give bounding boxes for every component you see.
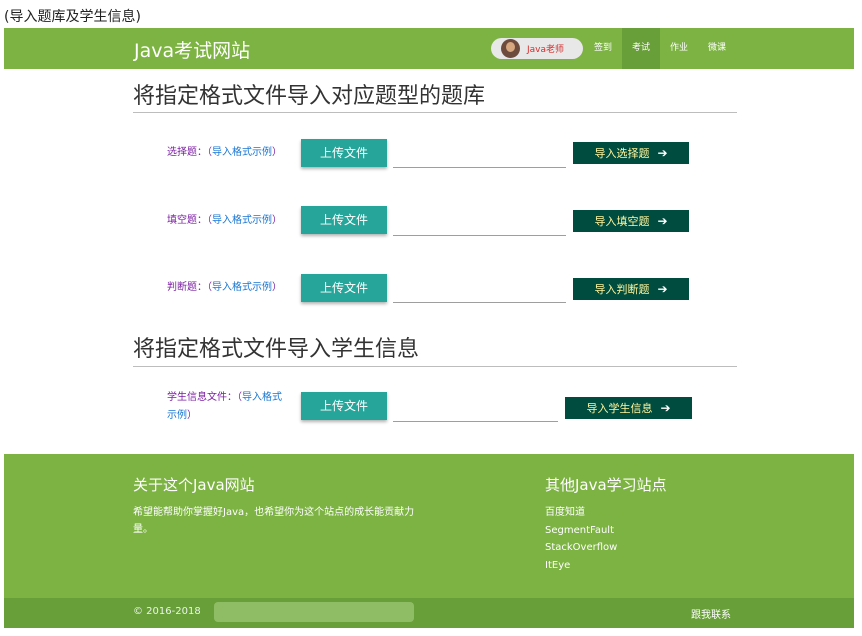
footer-link[interactable]: SegmentFault: [545, 522, 617, 540]
upload-file-button-fill[interactable]: 上传文件: [301, 206, 387, 234]
import-student-button[interactable]: 导入学生信息 ➔: [565, 397, 692, 419]
footer-links-title: 其他Java学习站点: [545, 476, 667, 494]
format-example-link[interactable]: 示例: [167, 410, 187, 421]
row-label-text: 学生信息文件：: [167, 392, 237, 403]
section-title-student-info: 将指定格式文件导入学生信息: [133, 337, 420, 362]
footer-about-text: 希望能帮助你掌握好Java，也希望你为这个站点的成长能贡献力量。: [133, 507, 415, 535]
avatar: [501, 39, 520, 58]
upload-file-button-student[interactable]: 上传文件: [301, 392, 387, 420]
import-choice-button[interactable]: 导入选择题 ➔: [573, 142, 689, 164]
import-judge-label: 导入判断题: [594, 283, 650, 296]
paren-close: ）: [272, 147, 282, 158]
copyright: © 2016-2018: [133, 606, 201, 617]
row-label-judge: 判断题：（导入格式示例）: [167, 279, 282, 297]
divider: [133, 366, 737, 367]
footer: 关于这个Java网站 希望能帮助你掌握好Java，也希望你为这个站点的成长能贡献…: [4, 454, 854, 598]
file-path-input-judge[interactable]: [393, 302, 566, 303]
import-judge-button[interactable]: 导入判断题 ➔: [573, 278, 689, 300]
upload-file-button-judge[interactable]: 上传文件: [301, 274, 387, 302]
arrow-right-icon: ➔: [657, 282, 668, 296]
import-fill-label: 导入填空题: [594, 215, 650, 228]
nav-item-checkin[interactable]: 签到: [587, 28, 619, 69]
import-student-label: 导入学生信息: [586, 402, 653, 415]
redacted-block: [214, 602, 414, 622]
format-example-link[interactable]: 导入格式示例: [212, 147, 272, 158]
row-label-text: 选择题：: [167, 147, 207, 158]
site-brand[interactable]: Java考试网站: [134, 36, 250, 63]
footer-links: 百度知道 SegmentFault StackOverflow ItEye: [545, 504, 617, 574]
contact-link[interactable]: 跟我联系: [691, 606, 731, 621]
footer-link[interactable]: StackOverflow: [545, 539, 617, 557]
row-label-choice: 选择题：（导入格式示例）: [167, 144, 282, 162]
arrow-right-icon: ➔: [657, 146, 668, 160]
nav-item-exam[interactable]: 考试: [622, 28, 660, 69]
row-label-fill: 填空题：（导入格式示例）: [167, 212, 282, 230]
row-label-text: 判断题：: [167, 282, 207, 293]
paren-close: ）: [272, 215, 282, 226]
format-example-link[interactable]: 导入格式: [242, 392, 282, 403]
footer-link[interactable]: 百度知道: [545, 504, 617, 522]
section-title-question-bank: 将指定格式文件导入对应题型的题库: [133, 84, 486, 109]
file-path-input-choice[interactable]: [393, 167, 566, 168]
upload-file-button-choice[interactable]: 上传文件: [301, 139, 387, 167]
row-label-student: 学生信息文件：（导入格式 示例）: [167, 389, 295, 425]
import-fill-button[interactable]: 导入填空题 ➔: [573, 210, 689, 232]
footer-about-title: 关于这个Java网站: [133, 476, 255, 494]
user-name: Java老师: [527, 45, 565, 55]
page-caption: (导入题库及学生信息): [4, 9, 141, 25]
format-example-link[interactable]: 导入格式示例: [212, 215, 272, 226]
nav-item-microlesson[interactable]: 微课: [700, 28, 734, 69]
file-path-input-fill[interactable]: [393, 235, 566, 236]
format-example-link[interactable]: 导入格式示例: [212, 282, 272, 293]
import-choice-label: 导入选择题: [594, 147, 650, 160]
arrow-right-icon: ➔: [660, 401, 671, 415]
top-navbar: Java考试网站 Java老师 签到 考试 作业 微课: [4, 28, 854, 69]
paren-close: ）: [272, 282, 282, 293]
paren-close: ）: [187, 410, 197, 421]
row-label-text: 填空题：: [167, 215, 207, 226]
nav-item-homework[interactable]: 作业: [662, 28, 696, 69]
arrow-right-icon: ➔: [657, 214, 668, 228]
footer-link[interactable]: ItEye: [545, 557, 617, 575]
divider: [133, 112, 737, 113]
user-chip[interactable]: Java老师: [491, 38, 583, 59]
file-path-input-student[interactable]: [393, 421, 558, 422]
footer-bottom-bar: © 2016-2018 跟我联系: [4, 598, 854, 628]
